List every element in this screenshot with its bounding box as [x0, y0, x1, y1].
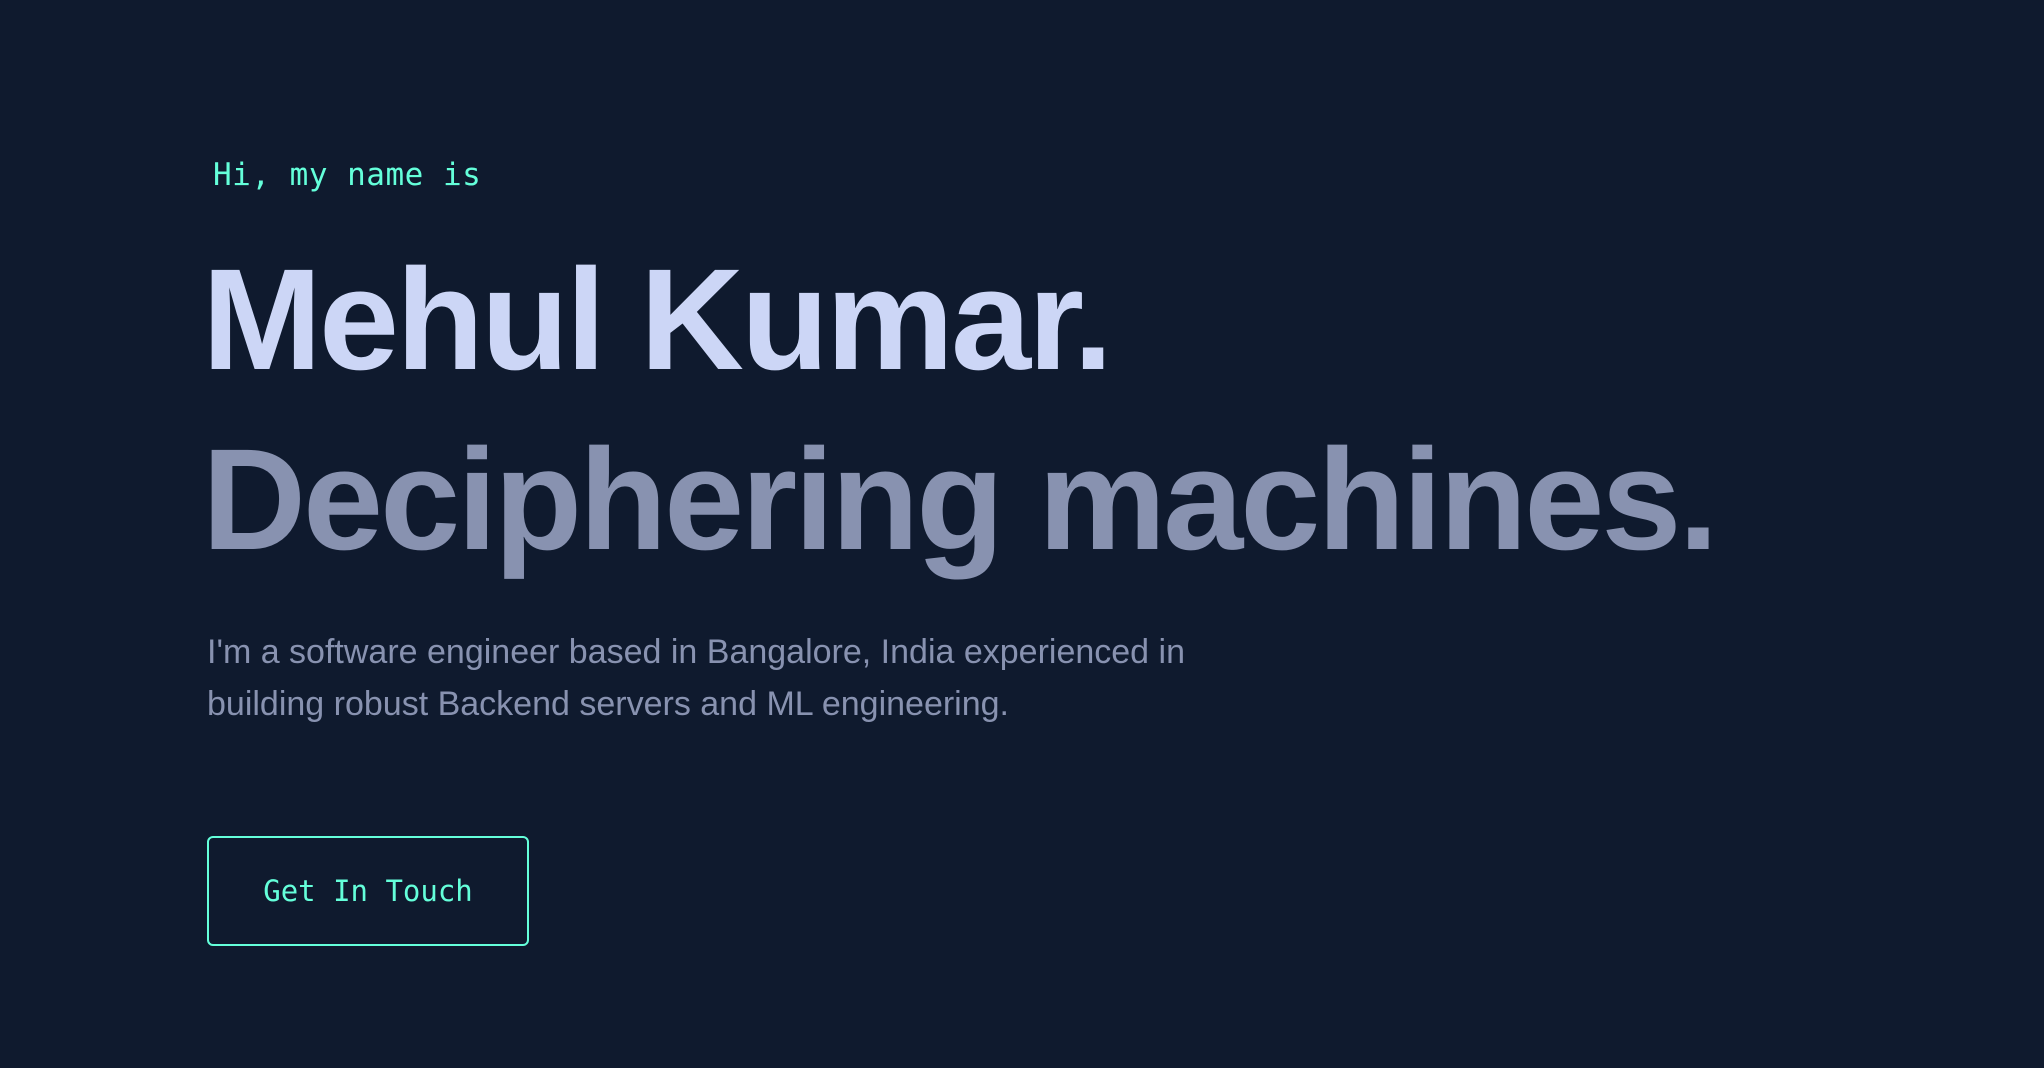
tagline-heading: Deciphering machines.: [202, 419, 1718, 580]
intro-description: I'm a software engineer based in Bangalo…: [207, 633, 1185, 723]
name-heading: Mehul Kumar.: [202, 239, 1113, 400]
hero-section: Hi, my name is Mehul Kumar. Deciphering …: [0, 0, 2044, 1068]
get-in-touch-button[interactable]: Get In Touch: [207, 836, 529, 946]
greeting-text: Hi, my name is: [213, 157, 482, 193]
